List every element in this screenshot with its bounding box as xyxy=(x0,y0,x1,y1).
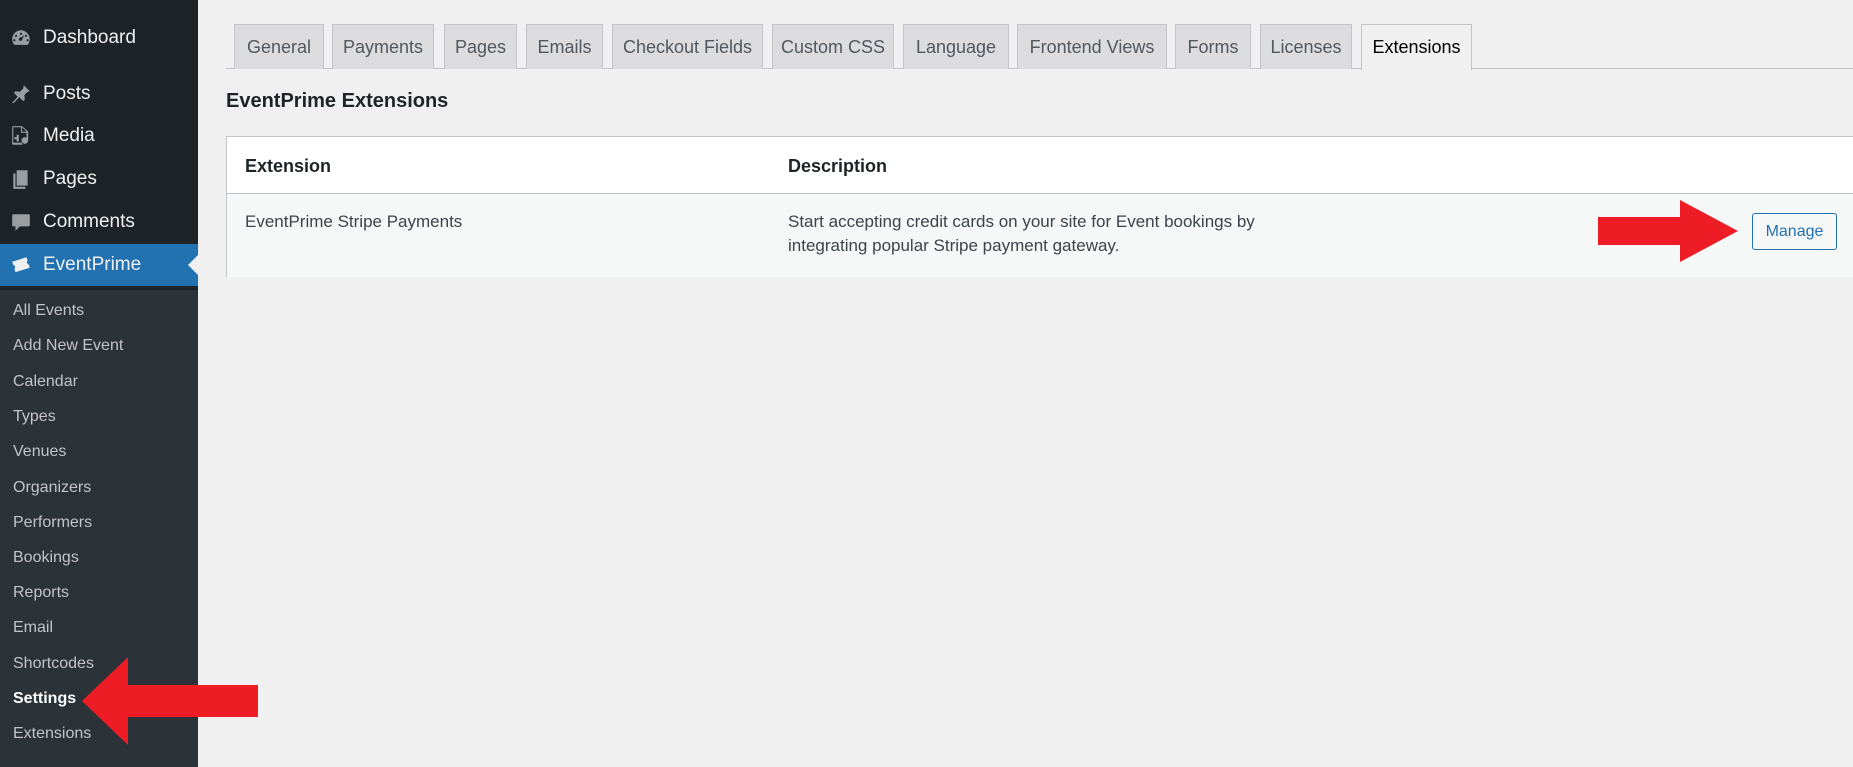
sidebar-item-comments[interactable]: Comments xyxy=(0,201,198,243)
submenu-item-all-events[interactable]: All Events xyxy=(13,302,84,320)
column-header-description: Description xyxy=(788,156,888,176)
pushpin-icon xyxy=(10,83,32,105)
tickets-icon xyxy=(10,254,32,276)
admin-sidebar: Dashboard Posts Media Pages Comments Eve… xyxy=(0,0,198,767)
submenu-item-email[interactable]: Email xyxy=(13,619,53,637)
sidebar-item-label: Posts xyxy=(43,83,91,104)
page-title: EventPrime Extensions xyxy=(226,90,449,112)
sidebar-item-media[interactable]: Media xyxy=(0,115,198,157)
submenu-item-bookings[interactable]: Bookings xyxy=(13,549,79,567)
table-header-row: Extension Description xyxy=(227,137,1853,194)
extension-description: Start accepting credit cards on your sit… xyxy=(788,210,1255,258)
tab-payments[interactable]: Payments xyxy=(332,24,434,69)
sidebar-item-pages[interactable]: Pages xyxy=(0,158,198,200)
sidebar-item-label: EventPrime xyxy=(43,254,142,275)
tab-extensions[interactable]: Extensions xyxy=(1361,24,1472,70)
tab-frontend-views[interactable]: Frontend Views xyxy=(1017,24,1167,69)
dashboard-icon xyxy=(10,27,32,49)
sidebar-item-label: Dashboard xyxy=(43,27,136,48)
sidebar-item-eventprime[interactable]: EventPrime xyxy=(0,244,198,286)
active-menu-caret xyxy=(188,255,198,275)
sidebar-item-label: Comments xyxy=(43,211,135,232)
tab-general[interactable]: General xyxy=(234,24,324,69)
sidebar-item-label: Media xyxy=(43,125,95,146)
submenu-item-organizers[interactable]: Organizers xyxy=(13,479,91,497)
submenu-item-add-new-event[interactable]: Add New Event xyxy=(13,337,123,355)
annotation-arrow-right-icon xyxy=(1598,200,1738,262)
submenu-item-types[interactable]: Types xyxy=(13,408,56,426)
sidebar-item-posts[interactable]: Posts xyxy=(0,73,198,115)
extension-name: EventPrime Stripe Payments xyxy=(245,212,463,231)
sidebar-item-dashboard[interactable]: Dashboard xyxy=(0,17,198,59)
comment-bubble-icon xyxy=(10,211,32,233)
submenu-item-settings[interactable]: Settings xyxy=(13,690,76,708)
tab-checkout-fields[interactable]: Checkout Fields xyxy=(612,24,763,69)
tab-pages[interactable]: Pages xyxy=(444,24,517,69)
description-line: Start accepting credit cards on your sit… xyxy=(788,212,1255,231)
tab-custom-css[interactable]: Custom CSS xyxy=(772,24,894,69)
description-line: integrating popular Stripe payment gatew… xyxy=(788,236,1120,255)
sidebar-item-label: Pages xyxy=(43,168,97,189)
media-icon xyxy=(10,125,32,147)
annotation-arrow-left-icon xyxy=(82,657,258,745)
submenu-item-reports[interactable]: Reports xyxy=(13,584,69,602)
tab-language[interactable]: Language xyxy=(903,24,1009,69)
tab-licenses[interactable]: Licenses xyxy=(1260,24,1352,69)
submenu-item-extensions[interactable]: Extensions xyxy=(13,725,91,743)
submenu-item-performers[interactable]: Performers xyxy=(13,514,92,532)
submenu-item-venues[interactable]: Venues xyxy=(13,443,66,461)
manage-button[interactable]: Manage xyxy=(1752,213,1837,250)
pages-icon xyxy=(10,168,32,190)
column-header-extension: Extension xyxy=(245,156,332,176)
tab-forms[interactable]: Forms xyxy=(1175,24,1251,69)
tab-emails[interactable]: Emails xyxy=(526,24,603,69)
submenu-item-calendar[interactable]: Calendar xyxy=(13,373,78,391)
